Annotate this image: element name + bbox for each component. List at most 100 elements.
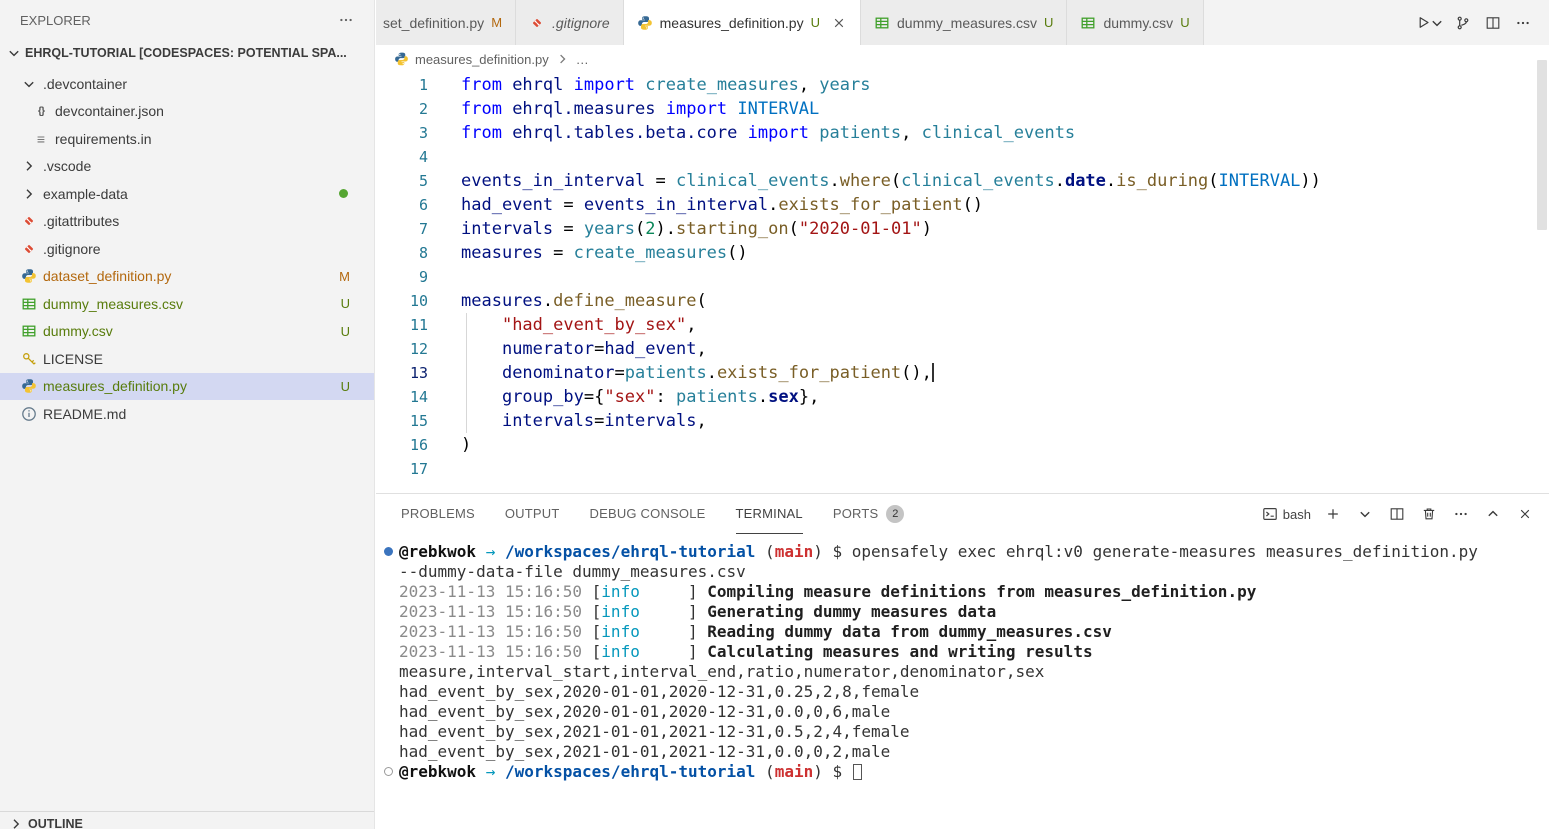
terminal-shell-selector[interactable]: bash — [1262, 506, 1311, 522]
editor-scrollbar[interactable] — [1537, 60, 1547, 230]
workspace-root[interactable]: EHRQL-TUTORIAL [CODESPACES: POTENTIAL SP… — [0, 40, 374, 66]
terminal-token: ( — [755, 542, 774, 561]
code-line-9[interactable]: 9 — [376, 265, 1549, 289]
code-token: . — [768, 195, 778, 215]
outline-section[interactable]: OUTLINE — [0, 811, 374, 829]
close-tab-icon[interactable] — [831, 15, 847, 31]
tree-item-example-data[interactable]: example-data — [0, 180, 374, 208]
chevron-right-icon — [21, 158, 37, 174]
code-line-17[interactable]: 17 — [376, 457, 1549, 481]
changes-dot — [339, 189, 348, 198]
code-token: . — [829, 171, 839, 191]
tree-item-requirements-in[interactable]: ≡requirements.in — [0, 125, 374, 153]
trash-icon — [1421, 506, 1437, 522]
code-token: , — [696, 411, 706, 431]
chevron-down-button[interactable] — [1431, 13, 1443, 33]
code-token — [461, 339, 502, 359]
terminal[interactable]: @rebkwok → /workspaces/ehrql-tutorial (m… — [376, 534, 1549, 829]
tree-item-devcontainer-json[interactable]: {}devcontainer.json — [0, 98, 374, 126]
code-token: intervals — [604, 411, 696, 431]
command-decoration-command[interactable] — [384, 547, 393, 556]
code-token: is_during — [1116, 171, 1208, 191]
code-line-3[interactable]: 3from ehrql.tables.beta.core import pati… — [376, 121, 1549, 145]
tree-item-license[interactable]: LICENSE — [0, 345, 374, 373]
panel-tab-output[interactable]: OUTPUT — [505, 494, 560, 534]
plus-button[interactable] — [1323, 504, 1343, 524]
code-token — [461, 387, 502, 407]
code-token: intervals — [502, 411, 594, 431]
tree-item-vscode[interactable]: .vscode — [0, 153, 374, 181]
ellipsis-button[interactable] — [1451, 504, 1471, 524]
editor-cursor — [932, 363, 934, 382]
terminal-line: measure,interval_start,interval_end,rati… — [399, 662, 1549, 682]
split-editor-button[interactable] — [1483, 13, 1503, 33]
code-line-12[interactable]: 12 numerator=had_event, — [376, 337, 1549, 361]
breadcrumb-symbol[interactable]: … — [576, 52, 589, 67]
code-token: . — [758, 387, 768, 407]
code-token: ( — [789, 219, 799, 239]
code-token — [461, 363, 502, 383]
code-line-15[interactable]: 15 intervals=intervals, — [376, 409, 1549, 433]
code-line-6[interactable]: 6had_event = events_in_interval.exists_f… — [376, 193, 1549, 217]
panel-tab-debug-console[interactable]: DEBUG CONSOLE — [590, 494, 706, 534]
line-number: 4 — [376, 145, 428, 169]
code-line-16[interactable]: 16) — [376, 433, 1549, 457]
tab-dummy-csv[interactable]: dummy.csvU — [1067, 0, 1203, 45]
code-line-14[interactable]: 14 group_by={"sex": patients.sex}, — [376, 385, 1549, 409]
explorer-more-actions-icon[interactable] — [338, 12, 354, 28]
code-token: . — [707, 363, 717, 383]
tab-measures-definition-py[interactable]: measures_definition.pyU — [624, 0, 861, 45]
terminal-line: 2023-11-13 15:16:50 [info ] Calculating … — [399, 642, 1549, 662]
ellipsis-button[interactable] — [1513, 13, 1533, 33]
tree-item-measures-definition-py[interactable]: measures_definition.pyU — [0, 373, 374, 401]
license-icon — [21, 351, 37, 367]
panel-tab-problems[interactable]: PROBLEMS — [401, 494, 475, 534]
terminal-line: 2023-11-13 15:16:50 [info ] Generating d… — [399, 602, 1549, 622]
code-token: = — [594, 339, 604, 359]
code-token: , — [901, 123, 921, 143]
tab-gitignore[interactable]: .gitignore — [516, 0, 624, 45]
code-token: "2020-01-01" — [799, 219, 922, 239]
code-line-10[interactable]: 10measures.define_measure( — [376, 289, 1549, 313]
editor[interactable]: measures_definition.py … 1from ehrql imp… — [376, 45, 1549, 493]
tree-item-gitattributes[interactable]: .gitattributes — [0, 208, 374, 236]
code-line-2[interactable]: 2from ehrql.measures import INTERVAL — [376, 97, 1549, 121]
breadcrumb-file[interactable]: measures_definition.py — [415, 52, 549, 67]
panel-tab-ports[interactable]: PORTS2 — [833, 494, 905, 534]
tree-item-dummy-csv[interactable]: dummy.csvU — [0, 318, 374, 346]
code-editor[interactable]: 1from ehrql import create_measures, year… — [376, 73, 1549, 481]
close-button[interactable] — [1515, 504, 1535, 524]
command-decoration-prompt[interactable] — [384, 767, 393, 776]
trash-button[interactable] — [1419, 504, 1439, 524]
tree-item-readme-md[interactable]: README.md — [0, 400, 374, 428]
panel-tab-terminal[interactable]: TERMINAL — [736, 494, 803, 534]
tab-bar: set_definition.pyM.gitignoremeasures_def… — [376, 0, 1549, 45]
code-token: () — [963, 195, 983, 215]
tree-item-devcontainer[interactable]: .devcontainer — [0, 70, 374, 98]
code-line-1[interactable]: 1from ehrql import create_measures, year… — [376, 73, 1549, 97]
terminal-token: info — [601, 602, 640, 621]
split-editor-button[interactable] — [1387, 504, 1407, 524]
line-number: 16 — [376, 433, 428, 457]
breadcrumb[interactable]: measures_definition.py … — [376, 45, 1549, 73]
tree-item-dataset-definition-py[interactable]: dataset_definition.pyM — [0, 263, 374, 291]
python-icon — [21, 268, 37, 284]
code-line-4[interactable]: 4 — [376, 145, 1549, 169]
chevron-up-button[interactable] — [1483, 504, 1503, 524]
tree-item-dummy-measures-csv[interactable]: dummy_measures.csvU — [0, 290, 374, 318]
code-line-13[interactable]: 13 denominator=patients.exists_for_patie… — [376, 361, 1549, 385]
tab-set-definition-py[interactable]: set_definition.pyM — [376, 0, 516, 45]
source-control-button[interactable] — [1453, 13, 1473, 33]
chevron-down-button[interactable] — [1355, 504, 1375, 524]
terminal-token: --dummy-data-file dummy_measures.csv — [399, 562, 746, 581]
tab-dummy-measures-csv[interactable]: dummy_measures.csvU — [861, 0, 1067, 45]
code-line-7[interactable]: 7intervals = years(2).starting_on("2020-… — [376, 217, 1549, 241]
code-line-5[interactable]: 5events_in_interval = clinical_events.wh… — [376, 169, 1549, 193]
line-number: 3 — [376, 121, 428, 145]
code-line-11[interactable]: 11 "had_event_by_sex", — [376, 313, 1549, 337]
outline-label: OUTLINE — [28, 817, 83, 829]
line-number: 14 — [376, 385, 428, 409]
code-line-8[interactable]: 8measures = create_measures() — [376, 241, 1549, 265]
tree-item-gitignore[interactable]: .gitignore — [0, 235, 374, 263]
terminal-token: opensafely exec ehrql:v0 generate-measur… — [852, 542, 1478, 561]
